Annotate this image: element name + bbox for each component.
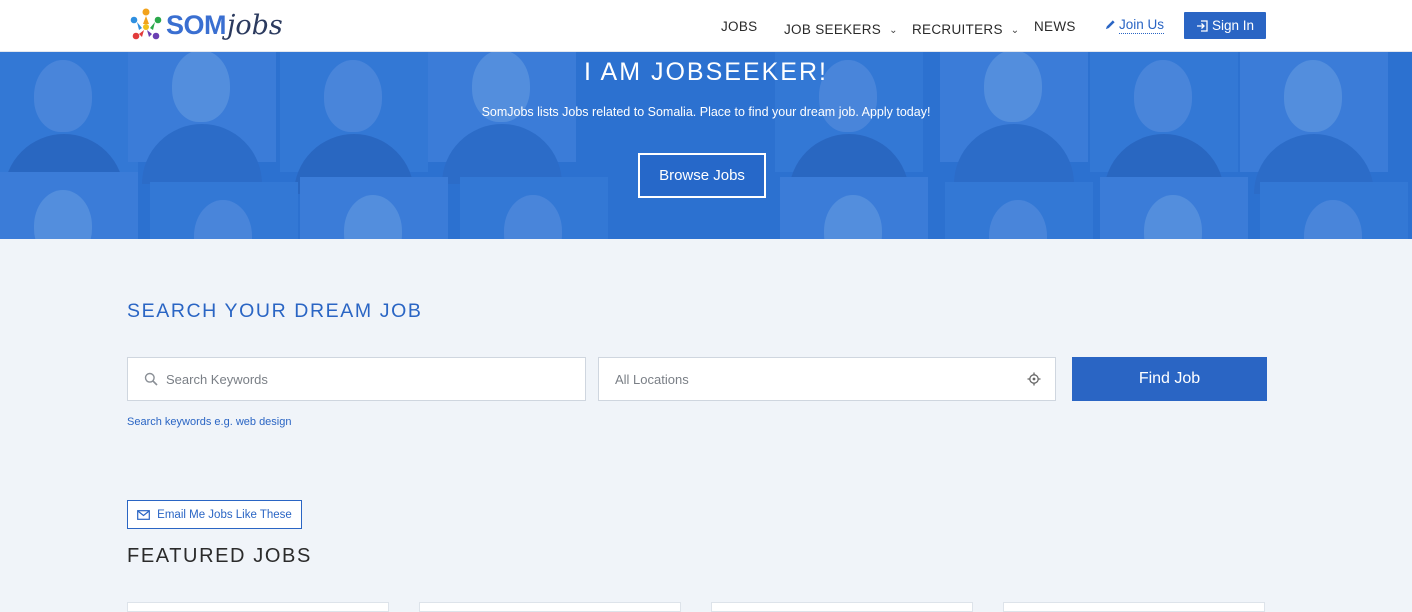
nav-jobs[interactable]: JOBS [721, 19, 757, 34]
sign-in-button[interactable]: Sign In [1184, 12, 1266, 39]
nav-news[interactable]: NEWS [1034, 19, 1076, 34]
nav-recruiters[interactable]: RECRUITERS ⌄ [912, 22, 1019, 37]
nav-recruiters-label: RECRUITERS [912, 22, 1003, 37]
nav-job-seekers[interactable]: JOB SEEKERS ⌄ [784, 22, 898, 37]
logo-text-jobs: jobs [227, 9, 283, 41]
somjobs-logo[interactable]: SOM jobs [128, 3, 283, 47]
featured-jobs-heading: FEATURED JOBS [127, 545, 312, 567]
hero-banner: I AM JOBSEEKER! SomJobs lists Jobs relat… [0, 52, 1412, 239]
email-me-jobs-button[interactable]: Email Me Jobs Like These [127, 500, 302, 529]
join-us-label: Join Us [1119, 17, 1165, 34]
featured-job-card[interactable] [127, 602, 389, 612]
featured-job-card[interactable] [711, 602, 973, 612]
search-icon [144, 372, 158, 386]
locate-crosshair-icon[interactable] [1027, 372, 1041, 386]
hero-title: I AM JOBSEEKER! [584, 58, 828, 86]
envelope-icon [137, 509, 151, 520]
pencil-icon [1105, 20, 1115, 30]
featured-job-card[interactable] [1003, 602, 1265, 612]
search-hint[interactable]: Search keywords e.g. web design [127, 416, 291, 428]
nav-job-seekers-label: JOB SEEKERS [784, 22, 882, 37]
site-header: SOM jobs JOBS JOB SEEKERS ⌄ RECRUITERS ⌄ NE… [0, 0, 1412, 52]
hero-subtitle: SomJobs lists Jobs related to Somalia. P… [481, 105, 931, 119]
sign-in-icon [1196, 19, 1208, 32]
search-keywords-input[interactable] [164, 370, 585, 388]
keywords-field[interactable] [127, 357, 586, 401]
featured-job-card[interactable] [419, 602, 681, 612]
people-circle-logo-icon [128, 6, 164, 44]
sign-in-label: Sign In [1211, 18, 1255, 33]
chevron-down-icon: ⌄ [1010, 25, 1020, 36]
find-job-button[interactable]: Find Job [1072, 357, 1267, 401]
chevron-down-icon: ⌄ [889, 25, 898, 36]
location-field[interactable] [598, 357, 1056, 401]
join-us-link[interactable]: Join Us [1105, 17, 1165, 34]
location-input[interactable] [613, 370, 1027, 388]
logo-text-som: SOM [166, 9, 227, 40]
browse-jobs-button[interactable]: Browse Jobs [638, 153, 766, 198]
email-me-jobs-label: Email Me Jobs Like These [157, 508, 292, 521]
search-heading: SEARCH YOUR DREAM JOB [127, 300, 423, 322]
